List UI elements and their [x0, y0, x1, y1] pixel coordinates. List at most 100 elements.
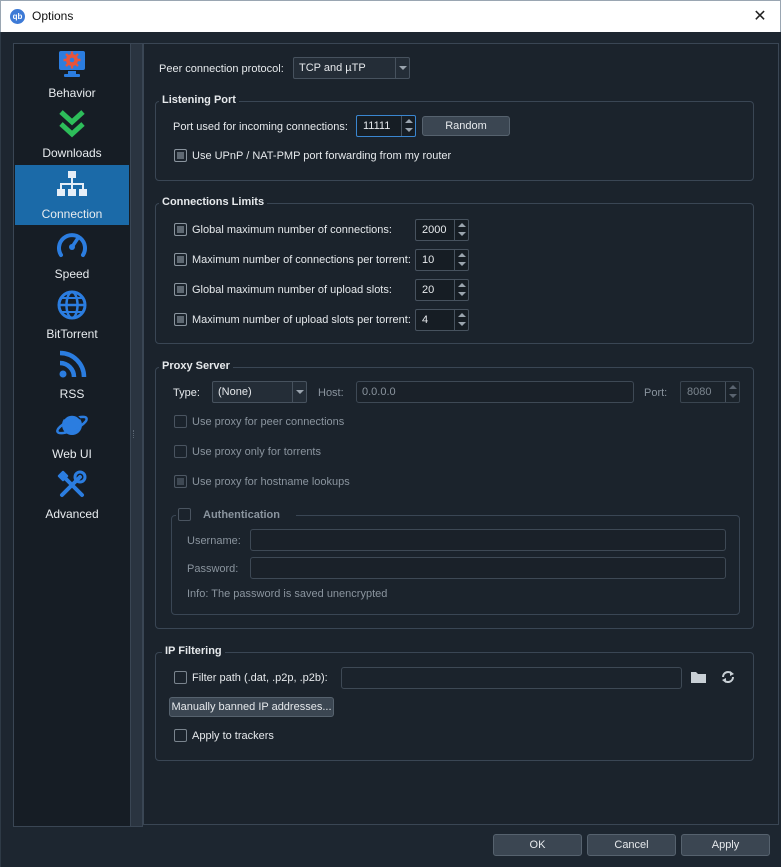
proxy-hostname-label: Use proxy for hostname lookups	[192, 476, 350, 488]
cancel-button[interactable]: Cancel	[587, 834, 676, 856]
apply-to-trackers-checkbox[interactable]	[174, 729, 187, 742]
username-input[interactable]	[250, 529, 726, 551]
sidebar-item-behavior[interactable]: Behavior	[15, 44, 129, 104]
globe-icon	[15, 288, 129, 322]
max-connections-per-torrent-spinbox[interactable]: 10	[415, 249, 469, 271]
protocol-select-value: TCP and µTP	[299, 62, 366, 74]
sidebar-item-bittorrent[interactable]: BitTorrent	[15, 285, 129, 345]
max-upload-slots-per-torrent-checkbox[interactable]	[174, 313, 187, 326]
global-max-upload-slots-checkbox[interactable]	[174, 283, 187, 296]
proxy-host-label: Host:	[318, 387, 344, 399]
speedometer-icon	[15, 228, 129, 262]
ip-filter-path-input[interactable]	[341, 667, 682, 689]
monitor-gear-icon	[15, 47, 129, 81]
proxy-port-label: Port:	[644, 387, 668, 399]
sidebar-item-label: Speed	[54, 267, 90, 281]
proxy-host-input[interactable]: 0.0.0.0	[356, 381, 634, 403]
ip-filter-checkbox[interactable]	[174, 671, 187, 684]
sidebar-item-label: BitTorrent	[46, 327, 98, 341]
global-max-connections-checkbox[interactable]	[174, 223, 187, 236]
chevron-down-icon	[292, 382, 306, 402]
listening-port-title: Listening Port	[159, 94, 239, 106]
apply-button[interactable]: Apply	[681, 834, 770, 856]
max-connections-per-torrent-label: Maximum number of connections per torren…	[192, 254, 411, 266]
sidebar-item-advanced[interactable]: Advanced	[15, 465, 129, 525]
spin-value: 20	[422, 284, 435, 296]
sidebar-item-label: Behavior	[48, 86, 96, 100]
authentication-title: Authentication	[203, 509, 280, 521]
window-title: Options	[32, 9, 74, 23]
spin-arrows-icon[interactable]	[454, 280, 468, 300]
close-icon[interactable]: ✕	[750, 6, 770, 26]
max-connections-per-torrent-checkbox[interactable]	[174, 253, 187, 266]
ip-filter-label: Filter path (.dat, .p2p, .p2b):	[192, 672, 328, 684]
protocol-select[interactable]: TCP and µTP	[293, 57, 410, 79]
proxy-port-spinbox[interactable]: 8080	[680, 381, 740, 403]
reload-icon[interactable]	[718, 668, 738, 686]
chevron-down-icon	[395, 58, 409, 78]
network-icon	[15, 168, 129, 202]
max-upload-slots-per-torrent-label: Maximum number of upload slots per torre…	[192, 314, 411, 326]
proxy-peer-checkbox[interactable]	[174, 415, 187, 428]
connection-limits-title: Connections Limits	[159, 196, 268, 208]
sidebar-item-webui[interactable]: Web UI	[15, 405, 129, 465]
sidebar-item-label: Web UI	[52, 447, 92, 461]
sidebar-item-label: Connection	[41, 207, 103, 221]
folder-icon[interactable]	[689, 668, 709, 686]
app-icon: qb	[10, 9, 25, 24]
ok-button[interactable]: OK	[493, 834, 582, 856]
max-upload-slots-per-torrent-spinbox[interactable]: 4	[415, 309, 469, 331]
upnp-checkbox[interactable]	[174, 149, 187, 162]
port-value: 11111	[363, 120, 391, 132]
port-label: Port used for incoming connections:	[173, 121, 348, 133]
sidebar-item-speed[interactable]: Speed	[15, 225, 129, 285]
proxy-type-select[interactable]: (None)	[212, 381, 307, 403]
proxy-torrents-only-checkbox[interactable]	[174, 445, 187, 458]
manually-banned-ips-button[interactable]: Manually banned IP addresses...	[169, 697, 334, 717]
username-label: Username:	[187, 535, 241, 547]
global-max-upload-slots-spinbox[interactable]: 20	[415, 279, 469, 301]
listening-port-group	[155, 101, 754, 181]
sidebar-item-label: Advanced	[45, 507, 99, 521]
authentication-checkbox[interactable]	[178, 508, 191, 521]
spin-value: 4	[422, 314, 429, 326]
double-chevron-down-icon	[15, 107, 129, 141]
protocol-label: Peer connection protocol:	[159, 63, 284, 75]
tools-icon	[15, 468, 129, 502]
global-max-upload-slots-label: Global maximum number of upload slots:	[192, 284, 392, 296]
random-port-button[interactable]: Random	[422, 116, 510, 136]
sidebar-item-label: RSS	[59, 387, 85, 401]
apply-to-trackers-label: Apply to trackers	[192, 730, 274, 742]
spin-arrows-icon[interactable]	[454, 250, 468, 270]
spin-value: 8080	[687, 386, 712, 398]
global-max-connections-spinbox[interactable]: 2000	[415, 219, 469, 241]
password-input[interactable]	[250, 557, 726, 579]
password-label: Password:	[187, 563, 239, 575]
authentication-header: Authentication	[176, 506, 296, 522]
proxy-peer-label: Use proxy for peer connections	[192, 416, 345, 428]
spin-arrows-icon[interactable]	[401, 116, 415, 136]
password-info-text: Info: The password is saved unencrypted	[187, 588, 388, 600]
spin-value: 2000	[422, 224, 447, 236]
port-spinbox[interactable]: 11111	[356, 115, 416, 137]
sidebar-scrollbar[interactable]	[130, 44, 142, 826]
proxy-type-label: Type:	[173, 387, 200, 399]
title-bar: qb Options ✕	[0, 0, 781, 32]
proxy-hostname-checkbox[interactable]	[174, 475, 187, 488]
spin-arrows-icon[interactable]	[454, 310, 468, 330]
sidebar-item-downloads[interactable]: Downloads	[15, 104, 129, 164]
spin-arrows-icon[interactable]	[454, 220, 468, 240]
upnp-label: Use UPnP / NAT-PMP port forwarding from …	[192, 150, 452, 162]
spin-arrows-icon[interactable]	[725, 382, 739, 402]
global-max-connections-label: Global maximum number of connections:	[192, 224, 392, 236]
sidebar-item-label: Downloads	[42, 146, 102, 160]
ip-filtering-title: IP Filtering	[162, 645, 225, 657]
sidebar-item-rss[interactable]: RSS	[15, 345, 129, 405]
splitter-handle[interactable]	[133, 430, 136, 438]
spin-value: 10	[422, 254, 435, 266]
sidebar-item-connection[interactable]: Connection	[15, 165, 129, 225]
sidebar: Behavior Downloads Connection Speed BitT…	[13, 43, 143, 827]
proxy-torrents-only-label: Use proxy only for torrents	[192, 446, 321, 458]
rss-icon	[15, 348, 129, 382]
planet-icon	[15, 408, 129, 442]
